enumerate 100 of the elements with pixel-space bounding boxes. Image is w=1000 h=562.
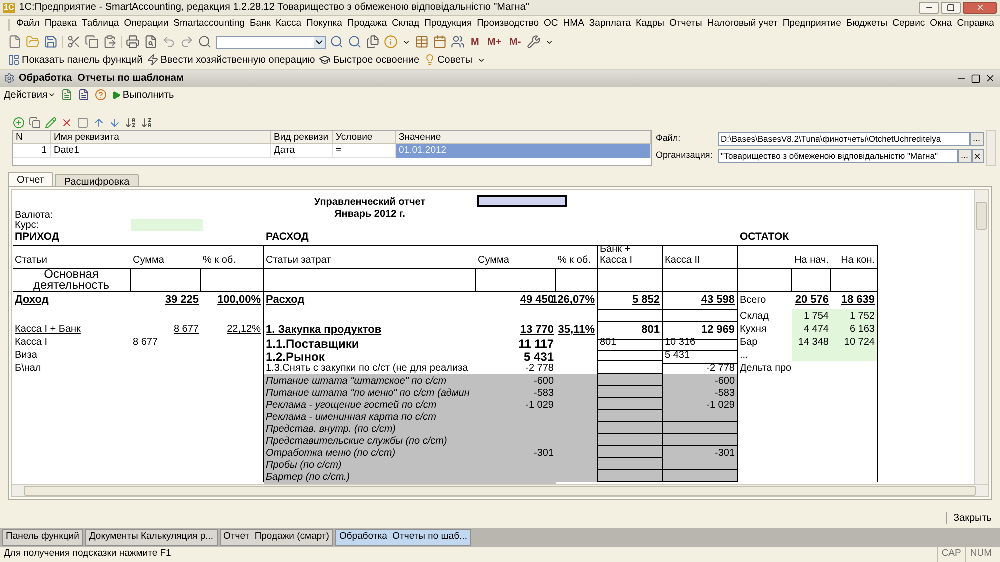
table-cell-text: 13 770 <box>519 323 555 338</box>
table-icon[interactable] <box>415 35 429 49</box>
run-button[interactable]: Выполнить <box>122 88 174 102</box>
clear-icon[interactable] <box>973 152 982 160</box>
menu-item[interactable]: Операции <box>122 17 172 32</box>
menu-item[interactable]: Правка <box>42 17 80 32</box>
menu-item[interactable]: Налоговый учет <box>704 17 780 32</box>
toolbar-button[interactable]: Быстрое освоение <box>333 52 420 68</box>
taskbar-item[interactable]: Панель функций <box>2 529 84 546</box>
users-icon[interactable] <box>451 35 465 49</box>
square-icon[interactable] <box>77 116 89 128</box>
tab[interactable]: Отчет <box>8 172 54 186</box>
menu-item[interactable]: Продукция <box>422 17 475 32</box>
sort-descending-icon[interactable] <box>141 116 153 128</box>
print-preview-icon[interactable] <box>144 35 158 49</box>
table-cell[interactable]: 1 <box>13 144 51 158</box>
field-label: Курс: <box>14 219 40 231</box>
paste-icon[interactable] <box>103 35 117 49</box>
maximize-icon[interactable] <box>947 4 955 12</box>
table-cell[interactable]: Date1 <box>51 144 271 158</box>
sort-ascending-icon[interactable] <box>125 116 137 128</box>
toolbar-button[interactable]: Советы <box>438 52 473 68</box>
taskbar-item[interactable]: Обработка Отчеты по шаб... <box>335 529 472 546</box>
new-file-icon[interactable] <box>8 35 22 49</box>
delete-icon[interactable] <box>61 116 73 128</box>
find-previous-icon[interactable] <box>348 35 362 49</box>
menu-item[interactable]: Продажа <box>344 17 390 32</box>
wrench-icon[interactable] <box>527 35 542 49</box>
maximize-icon[interactable] <box>971 74 981 84</box>
calendar-icon[interactable] <box>433 35 447 49</box>
toolbar-button[interactable]: Показать панель функций <box>22 52 143 68</box>
gear-icon <box>4 73 15 84</box>
actions-menu[interactable]: Действия <box>4 88 48 102</box>
table-cell[interactable]: Дата <box>271 144 333 158</box>
add-icon[interactable] <box>13 116 25 128</box>
pencil-icon[interactable] <box>45 116 57 128</box>
scissors-icon[interactable] <box>67 35 81 49</box>
horizontal-scrollbar[interactable] <box>12 484 988 496</box>
file-field[interactable]: D:\Bases\BasesV8.2\Tuna\финотчеты\OtchetUchreditelya <box>718 132 970 146</box>
menu-item[interactable]: Таблица <box>79 17 122 32</box>
menu-item[interactable]: Бюджеты <box>844 17 890 32</box>
column-header[interactable]: Имя реквизита <box>51 131 271 146</box>
app-logo: 1С <box>3 2 16 12</box>
menu-item[interactable]: НМА <box>560 17 587 32</box>
menu-item[interactable]: Сервис <box>890 17 928 32</box>
menu-item[interactable]: ОС <box>542 17 561 32</box>
menu-item[interactable]: Окна <box>928 17 955 32</box>
memory-button[interactable]: M+ <box>485 34 504 50</box>
menu-item[interactable]: Производство <box>474 17 542 32</box>
menu-item[interactable]: Smartaccounting <box>171 17 248 32</box>
close-button[interactable]: Закрыть <box>953 510 992 526</box>
menu-item[interactable]: Предприятие <box>780 17 844 32</box>
graduation-cap-icon[interactable] <box>319 54 332 66</box>
menu-item[interactable]: Кадры <box>634 17 668 32</box>
copy-icon[interactable] <box>85 35 99 49</box>
scrollbar[interactable] <box>986 130 996 166</box>
menu-item[interactable]: Склад <box>390 17 422 32</box>
table-cell <box>598 446 663 458</box>
column-header[interactable]: N <box>13 131 51 146</box>
menu-item[interactable]: Покупка <box>304 17 345 32</box>
taskbar-item[interactable]: Документы Калькуляция р... <box>85 529 218 546</box>
printer-icon[interactable] <box>126 35 140 49</box>
close-icon[interactable] <box>985 73 996 84</box>
select-button[interactable]: ... <box>970 132 984 146</box>
vertical-scrollbar[interactable] <box>974 190 988 484</box>
taskbar-item[interactable]: Отчет Продажи (смарт) <box>220 529 334 546</box>
organization-field[interactable]: "Товарищество з обмеженою відповідальністю "Магна" <box>718 149 958 163</box>
tab[interactable]: Расшифровка <box>55 174 139 186</box>
copy-icon[interactable] <box>29 116 41 128</box>
toolbar-button[interactable]: Ввести хозяйственную операцию <box>160 52 316 68</box>
table-cell: 43 598 <box>663 292 738 310</box>
select-button[interactable]: ... <box>958 149 972 163</box>
menu-item[interactable]: Файл <box>14 17 42 32</box>
table-cell-text: 1.2.Рынок <box>265 350 325 364</box>
panel-icon[interactable] <box>8 54 20 66</box>
move-up-icon[interactable] <box>93 116 105 128</box>
menu-item[interactable]: Справка <box>954 17 997 32</box>
menu-item[interactable]: Банк <box>247 17 274 32</box>
search-icon[interactable] <box>198 35 212 49</box>
table-cell <box>598 398 663 410</box>
menu-item[interactable]: Касса <box>273 17 304 32</box>
menu-item[interactable]: Отчеты <box>667 17 705 32</box>
memory-button[interactable]: M- <box>508 34 524 50</box>
dropdown-icon[interactable] <box>314 36 325 48</box>
column-header: На кон. <box>841 255 875 266</box>
document-icon[interactable] <box>60 89 73 101</box>
column-header[interactable]: Вид реквизи <box>271 131 333 146</box>
caret-icon[interactable] <box>48 91 56 99</box>
find-next-icon[interactable] <box>330 35 344 49</box>
move-down-icon[interactable] <box>109 116 121 128</box>
table-cell: Основная деятельность <box>13 269 131 292</box>
memory-button[interactable]: M <box>469 34 482 50</box>
document-icon[interactable] <box>78 89 90 101</box>
menu-item[interactable]: Зарплата <box>586 17 634 32</box>
save-icon[interactable] <box>44 35 58 49</box>
table-cell <box>598 386 663 398</box>
copy-icon[interactable] <box>366 35 380 49</box>
lightning-icon[interactable] <box>146 54 159 66</box>
help-icon[interactable] <box>94 89 107 101</box>
play-icon[interactable] <box>112 90 121 100</box>
